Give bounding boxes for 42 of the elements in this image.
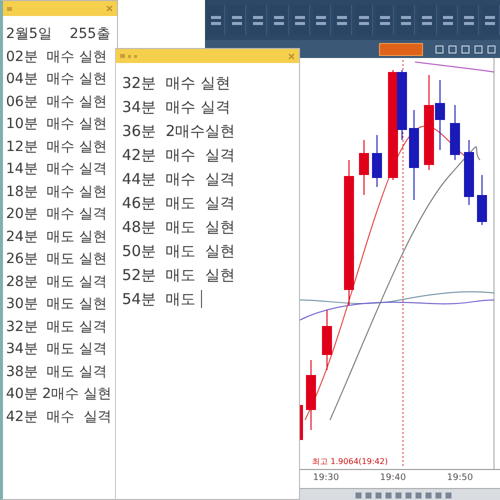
text-line: 40분 2매수 실현 <box>6 385 112 404</box>
text-line: 42분 매수 실격 <box>6 408 112 426</box>
text-line: 44분 매수 실격 <box>122 169 236 190</box>
candlestick <box>464 140 474 206</box>
candlestick <box>306 360 316 430</box>
text-line: 46분 매도 실격 <box>122 193 236 214</box>
text-line: 54분 매도 <box>122 289 197 310</box>
text-line: 28분 매도 실격 <box>6 272 108 292</box>
text-line: 12분 매수 실현 <box>6 138 108 156</box>
text-line: 50분 매도 실현 <box>122 241 236 262</box>
time-label: 19:30 <box>313 473 339 483</box>
candlestick <box>359 140 369 196</box>
text-line: 34분 매수 실격 <box>122 97 230 118</box>
text-line: 26분 매도 실현 <box>6 250 108 269</box>
candlestick <box>372 134 382 188</box>
text-line: 38분 매도 실격 <box>6 362 108 382</box>
text-line: 04분 매수 실현 <box>6 70 108 89</box>
text-line: 32분 매수 실현 <box>122 73 230 94</box>
time-label: 19:40 <box>380 473 406 483</box>
text-line: 34분 매도 실격 <box>6 340 108 359</box>
text-line: 14분 매수 실격 <box>6 160 108 179</box>
text-line: 48분 매도 실현 <box>122 217 236 238</box>
text-line: 42분 매수 실격 <box>122 145 236 166</box>
text-line: 52분 매도 실현 <box>122 265 236 286</box>
time-label: 19:50 <box>447 473 473 483</box>
text-line: 20분 매수 실격 <box>6 205 108 224</box>
text-line: 32분 매도 실격 <box>6 318 108 336</box>
text-line: 2월5일 255출 <box>6 25 110 44</box>
text-line: 18분 매수 실현 <box>6 182 108 202</box>
candlestick <box>450 104 460 160</box>
high-price-label: 최고 1.9064(19:42) <box>312 456 388 467</box>
window-icon <box>7 6 13 12</box>
text-line: 36분 2매수실현 <box>122 121 236 142</box>
text-line: 02분 매수 실현 <box>6 48 108 66</box>
toolbar-button[interactable] <box>379 42 423 56</box>
candlestick <box>322 310 332 370</box>
text-line: 10분 매수 실현 <box>6 115 108 134</box>
text-line: 24분 매도 실현 <box>6 228 108 246</box>
candlestick <box>477 174 487 226</box>
candlestick <box>435 80 445 150</box>
text-line: 30분 매도 실현 <box>6 295 108 314</box>
text-line: 06분 매수 실현 <box>6 92 108 112</box>
